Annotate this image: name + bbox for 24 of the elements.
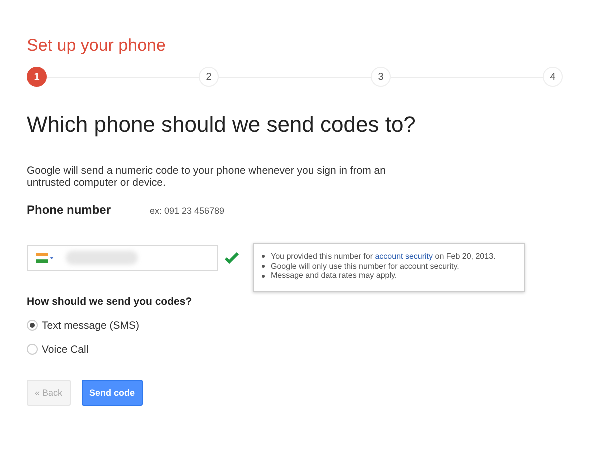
radio-label[interactable]: Voice Call (42, 344, 89, 356)
radio-button[interactable] (27, 344, 38, 356)
heading: Which phone should we send codes to? (27, 112, 417, 138)
example-text: ex: 091 23 456789 (150, 206, 225, 216)
step-indicator: 3 (371, 67, 391, 87)
account-security-link[interactable]: account security (375, 252, 434, 262)
step-indicator: 2 (199, 67, 219, 87)
step-indicator: 1 (27, 67, 47, 87)
tooltip-text: Google will only use this number for account security. (271, 262, 460, 272)
bullet-icon (262, 265, 265, 268)
step-indicator: 4 (543, 67, 563, 87)
description: Google will send a numeric code to your phone whenever you sign in from an untrusted computer or device. (27, 165, 387, 190)
page-title: Set up your phone (27, 36, 167, 56)
flag-icon[interactable] (36, 252, 54, 263)
phone-field[interactable] (27, 244, 218, 271)
radio-label[interactable]: Text message (SMS) (42, 320, 140, 332)
field-label: Phone number (27, 203, 112, 218)
radio-button[interactable] (27, 320, 38, 332)
tooltip-text: Message and data rates may apply. (271, 271, 398, 281)
tooltip-text: You provided this number for account security on Feb 20, 2013. (271, 252, 496, 262)
bullet-icon (262, 255, 265, 258)
bullet-icon (262, 274, 265, 278)
question-label: How should we send you codes? (27, 296, 194, 308)
blurred-number (66, 250, 138, 265)
